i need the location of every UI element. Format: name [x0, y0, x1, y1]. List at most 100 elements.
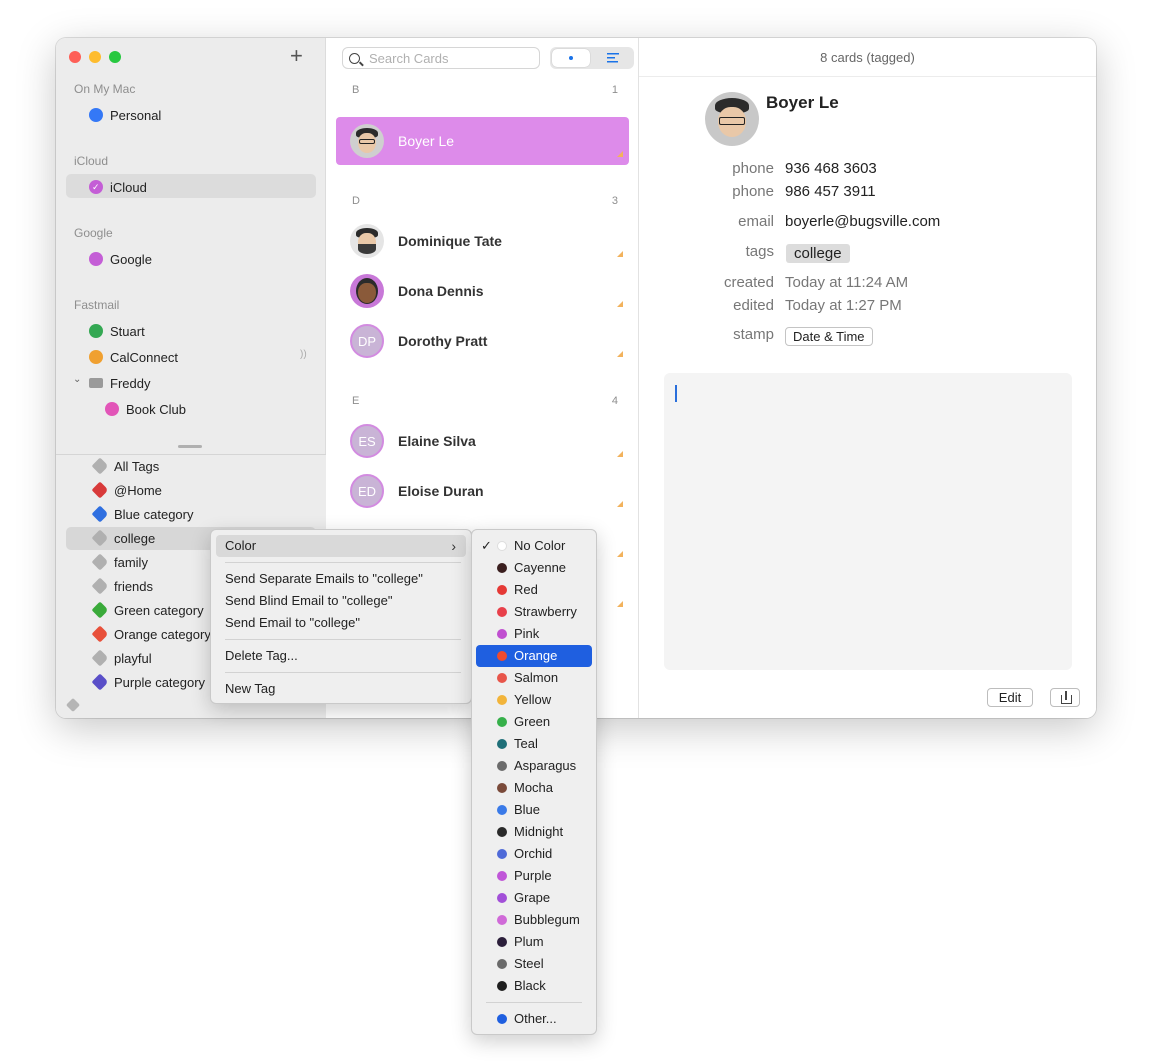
color-option-red[interactable]: Red	[476, 579, 592, 601]
menu-item-new-tag[interactable]: New Tag	[216, 678, 466, 700]
group-letter: B	[352, 84, 360, 96]
color-option-bubblegum[interactable]: Bubblegum	[476, 909, 592, 931]
tag-item-home[interactable]: @Home	[91, 480, 162, 500]
sidebar-item-calconnect[interactable]: CalConnect	[89, 347, 178, 367]
color-swatch	[497, 717, 507, 727]
sidebar-item-label: Google	[110, 251, 152, 267]
color-option-cayenne[interactable]: Cayenne	[476, 557, 592, 579]
color-option-plum[interactable]: Plum	[476, 931, 592, 953]
menu-item-label: Color	[225, 538, 257, 553]
color-swatch	[497, 937, 507, 947]
field-label-phone: phone	[732, 183, 774, 200]
color-label: Blue	[514, 802, 541, 817]
notes-area[interactable]	[664, 373, 1072, 670]
sidebar-item-personal[interactable]: Personal	[89, 105, 161, 125]
tag-item-purple-category[interactable]: Purple category	[91, 672, 205, 692]
close-window-button[interactable]	[69, 51, 81, 63]
color-label: Orchid	[514, 846, 553, 861]
sidebar-item-google[interactable]: Google	[89, 249, 152, 269]
search-icon	[349, 52, 360, 64]
tag-item-friends[interactable]: friends	[91, 576, 154, 596]
card-row-eloise-duran[interactable]: ED Eloise Duran	[336, 467, 629, 515]
add-button[interactable]: +	[290, 44, 303, 68]
minimize-window-button[interactable]	[89, 51, 101, 63]
card-row-dona-dennis[interactable]: Dona Dennis	[336, 267, 629, 315]
sidebar-item-freddy[interactable]: Freddy	[89, 373, 150, 393]
color-option-steel[interactable]: Steel	[476, 953, 592, 975]
sidebar-item-label: Freddy	[110, 375, 151, 391]
sidebar-item-stuart[interactable]: Stuart	[89, 321, 145, 341]
card-row-boyer-le[interactable]: Boyer Le	[336, 117, 629, 165]
tag-item-family[interactable]: family	[91, 552, 148, 572]
view-mode-toggle[interactable]	[550, 47, 634, 69]
color-option-pink[interactable]: Pink	[476, 623, 592, 645]
tag-item-playful[interactable]: playful	[91, 648, 152, 668]
color-option-black[interactable]: Black	[476, 975, 592, 997]
color-option-blue[interactable]: Blue	[476, 799, 592, 821]
card-row-dorothy-pratt[interactable]: DP Dorothy Pratt	[336, 317, 629, 365]
edit-button[interactable]: Edit	[987, 688, 1033, 707]
color-option-asparagus[interactable]: Asparagus	[476, 755, 592, 777]
share-icon[interactable]	[1050, 688, 1080, 707]
color-option-other[interactable]: Other...	[476, 1008, 592, 1030]
menu-item-send-blind-email[interactable]: Send Blind Email to "college"	[216, 590, 466, 612]
card-row-elaine-silva[interactable]: ES Elaine Silva	[336, 417, 629, 465]
color-option-purple[interactable]: Purple	[476, 865, 592, 887]
field-value-email[interactable]: boyerle@bugsville.com	[785, 213, 940, 230]
tag-item-all-tags[interactable]: All Tags	[91, 456, 160, 476]
resize-handle[interactable]	[178, 445, 202, 448]
color-label: Other...	[514, 1011, 557, 1026]
sidebar-item-label: Book Club	[126, 401, 186, 417]
color-option-grape[interactable]: Grape	[476, 887, 592, 909]
stamp-button[interactable]: Date & Time	[785, 327, 873, 346]
color-label: Strawberry	[514, 604, 577, 619]
tag-label: All Tags	[114, 458, 160, 474]
card-row-dominique-tate[interactable]: Dominique Tate	[336, 217, 629, 265]
tag-label: Blue category	[114, 506, 194, 522]
zoom-window-button[interactable]	[109, 51, 121, 63]
field-label-phone: phone	[732, 160, 774, 177]
tag-item-college[interactable]: college	[91, 528, 155, 548]
tag-chip-college[interactable]: college	[786, 244, 850, 263]
tag-icon	[91, 529, 109, 547]
menu-separator	[225, 672, 461, 673]
field-value-phone[interactable]: 936 468 3603	[785, 160, 877, 177]
tag-label: @Home	[114, 482, 162, 498]
avatar: ES	[350, 424, 384, 458]
tag-item-green-category[interactable]: Green category	[91, 600, 204, 620]
menu-item-color[interactable]: Color ›	[216, 535, 466, 557]
color-option-salmon[interactable]: Salmon	[476, 667, 592, 689]
color-option-teal[interactable]: Teal	[476, 733, 592, 755]
sidebar-item-label: Personal	[110, 107, 162, 123]
color-option-mocha[interactable]: Mocha	[476, 777, 592, 799]
list-view-icon[interactable]	[607, 53, 619, 63]
tag-item-orange-category[interactable]: Orange category	[91, 624, 211, 644]
search-input[interactable]	[369, 50, 529, 66]
sidebar-item-book-club[interactable]: Book Club	[105, 399, 186, 419]
menu-item-send-email[interactable]: Send Email to "college"	[216, 612, 466, 634]
section-title-fastmail: Fastmail	[74, 298, 120, 312]
color-option-strawberry[interactable]: Strawberry	[476, 601, 592, 623]
color-option-green[interactable]: Green	[476, 711, 592, 733]
group-letter: E	[352, 395, 360, 407]
menu-item-delete-tag[interactable]: Delete Tag...	[216, 645, 466, 667]
card-name: Eloise Duran	[398, 483, 484, 499]
color-option-no-color[interactable]: ✓ No Color	[476, 535, 592, 557]
field-label-created: created	[723, 274, 774, 291]
field-value-phone[interactable]: 986 457 3911	[785, 183, 876, 200]
color-swatch	[497, 849, 507, 859]
tag-item-blue-category[interactable]: Blue category	[91, 504, 194, 524]
sidebar-item-icloud[interactable]: ✓ iCloud	[89, 177, 147, 197]
color-option-orchid[interactable]: Orchid	[476, 843, 592, 865]
chevron-down-icon[interactable]: ⌄	[73, 374, 81, 385]
compact-view-segment[interactable]	[552, 49, 590, 67]
field-label-email: email	[738, 213, 774, 230]
tag-label: friends	[114, 578, 154, 594]
color-option-yellow[interactable]: Yellow	[476, 689, 592, 711]
menu-separator	[225, 639, 461, 640]
menu-item-send-separate-emails[interactable]: Send Separate Emails to "college"	[216, 568, 466, 590]
tag-filter-icon[interactable]	[65, 697, 81, 713]
color-option-midnight[interactable]: Midnight	[476, 821, 592, 843]
color-option-orange[interactable]: Orange	[476, 645, 592, 667]
search-field[interactable]	[342, 47, 540, 69]
